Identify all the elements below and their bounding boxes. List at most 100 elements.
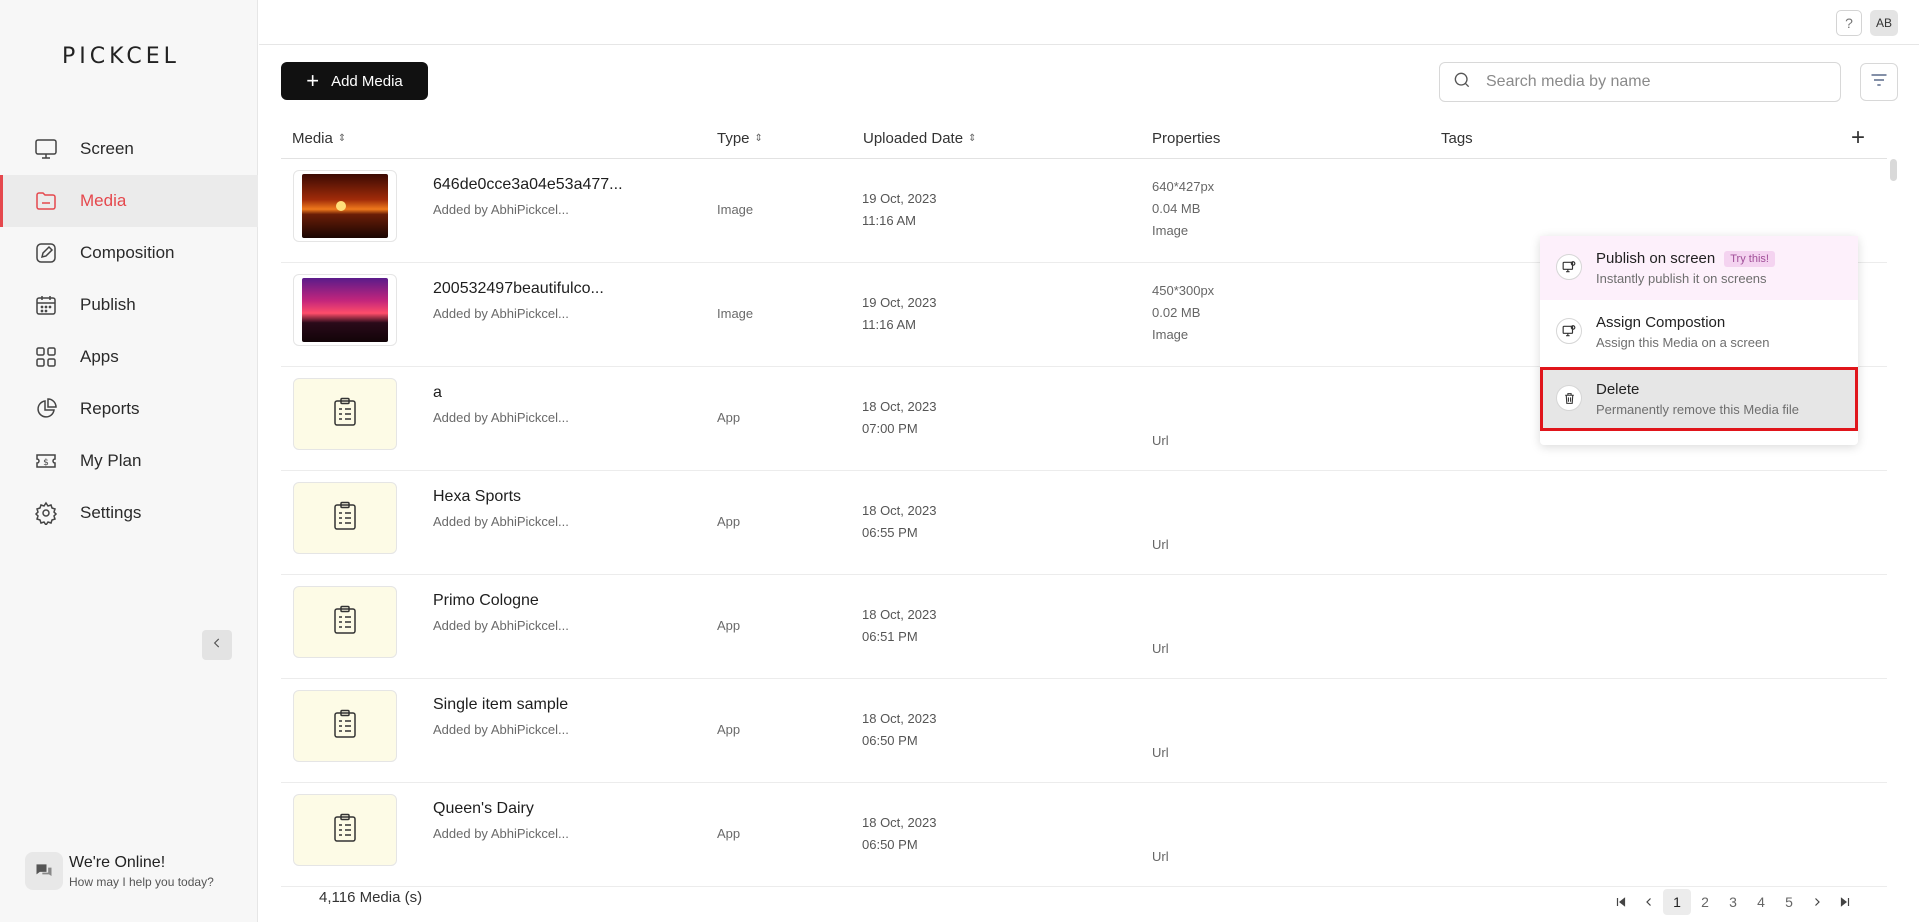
upload-time: 11:16 AM — [862, 317, 916, 332]
page-2-button[interactable]: 2 — [1691, 889, 1719, 915]
page-1-button[interactable]: 1 — [1663, 889, 1691, 915]
avatar[interactable]: AB — [1870, 10, 1898, 36]
plus-icon: + — [306, 68, 320, 93]
media-name[interactable]: 200532497beautifulco... — [433, 280, 604, 298]
add-column-button[interactable]: + — [1851, 124, 1865, 152]
filter-icon — [1869, 70, 1889, 95]
chat-icon — [25, 852, 63, 890]
sidebar-item-reports[interactable]: Reports — [0, 383, 258, 435]
column-header-type[interactable]: Type ⇕ — [717, 130, 763, 147]
menu-item-assign-composition[interactable]: Assign Compostion Assign this Media on a… — [1540, 300, 1858, 364]
media-type: Image — [717, 306, 754, 321]
media-thumbnail[interactable] — [293, 482, 397, 554]
media-properties: 640*427px 0.04 MB Image — [1152, 176, 1214, 242]
menu-item-description: Instantly publish it on screens — [1596, 271, 1767, 286]
trash-icon — [1556, 385, 1582, 411]
filter-button[interactable] — [1860, 63, 1898, 101]
chat-subtitle: How may I help you today? — [69, 874, 214, 889]
previous-page-icon[interactable] — [1635, 889, 1663, 915]
first-page-icon[interactable] — [1607, 889, 1635, 915]
last-page-icon[interactable] — [1831, 889, 1859, 915]
column-header-properties: Properties — [1152, 130, 1220, 147]
app-icon — [332, 397, 358, 432]
property-dimensions: 640*427px — [1152, 179, 1215, 194]
media-thumbnail[interactable] — [293, 378, 397, 450]
media-thumbnail[interactable] — [293, 586, 397, 658]
media-type: App — [717, 618, 741, 633]
search-box[interactable] — [1439, 62, 1841, 102]
sidebar-item-publish[interactable]: Publish — [0, 279, 258, 331]
media-added-by: Added by AbhiPickcel... — [433, 306, 569, 321]
media-type: App — [717, 826, 741, 841]
media-name[interactable]: Hexa Sports — [433, 488, 521, 506]
sidebar-item-settings[interactable]: Settings — [0, 487, 258, 539]
table-row[interactable]: Hexa Sports Added by AbhiPickcel... App … — [281, 471, 1887, 575]
media-thumbnail[interactable] — [293, 274, 397, 346]
upload-date: 19 Oct, 2023 — [862, 295, 937, 310]
search-input[interactable] — [1486, 73, 1816, 91]
media-name[interactable]: Primo Cologne — [433, 592, 539, 610]
pickcel-logo[interactable]: PICKCEL — [62, 44, 180, 69]
scrollbar-thumb[interactable] — [1890, 159, 1897, 181]
media-name[interactable]: 646de0cce3a04e53a477... — [433, 176, 623, 194]
menu-item-delete[interactable]: Delete Permanently remove this Media fil… — [1540, 367, 1858, 431]
sidebar-item-apps[interactable]: Apps — [0, 331, 258, 383]
sidebar-item-composition[interactable]: Composition — [0, 227, 258, 279]
sidebar-item-label: Publish — [80, 295, 136, 314]
table-row[interactable]: Single item sample Added by AbhiPickcel.… — [281, 679, 1887, 783]
pie-chart-icon — [34, 397, 58, 421]
media-name[interactable]: Queen's Dairy — [433, 800, 534, 818]
menu-item-publish-on-screen[interactable]: Publish on screen Try this! Instantly pu… — [1540, 236, 1858, 300]
column-header-tags: Tags — [1441, 130, 1473, 147]
sidebar-item-label: Screen — [80, 139, 134, 158]
help-button[interactable]: ? — [1836, 10, 1862, 36]
media-thumbnail[interactable] — [293, 170, 397, 242]
menu-item-title-text: Publish on screen — [1596, 250, 1716, 267]
top-bar: ? AB — [259, 0, 1919, 45]
sidebar-item-my-plan[interactable]: $ My Plan — [0, 435, 258, 487]
chat-widget[interactable]: We're Online! How may I help you today? — [25, 852, 214, 890]
column-header-media[interactable]: Media ⇕ — [292, 130, 346, 147]
page-3-button[interactable]: 3 — [1719, 889, 1747, 915]
property-kind: Image — [1152, 223, 1189, 238]
sidebar-item-screen[interactable]: Screen — [0, 123, 258, 175]
upload-time: 06:51 PM — [862, 629, 918, 644]
sidebar-collapse-button[interactable] — [202, 630, 232, 660]
search-icon — [1452, 70, 1472, 95]
column-header-uploaded-date[interactable]: Uploaded Date ⇕ — [863, 130, 976, 147]
next-page-icon[interactable] — [1803, 889, 1831, 915]
media-upload-date: 18 Oct, 2023 07:00 PM — [862, 396, 936, 440]
property-kind: Image — [1152, 327, 1189, 342]
sidebar-nav: Screen Media Composition Publish Apps Re… — [0, 123, 258, 539]
edit-icon — [34, 241, 58, 265]
media-thumbnail[interactable] — [293, 794, 397, 866]
table-row[interactable]: Queen's Dairy Added by AbhiPickcel... Ap… — [281, 783, 1887, 887]
upload-date: 18 Oct, 2023 — [862, 815, 937, 830]
menu-item-text: Delete Permanently remove this Media fil… — [1596, 381, 1799, 417]
media-name[interactable]: Single item sample — [433, 696, 568, 714]
app-icon — [332, 605, 358, 640]
app-icon — [332, 709, 358, 744]
media-thumbnail[interactable] — [293, 690, 397, 762]
page-4-button[interactable]: 4 — [1747, 889, 1775, 915]
media-name[interactable]: a — [433, 384, 442, 402]
media-added-by: Added by AbhiPickcel... — [433, 514, 569, 529]
sidebar-item-label: Apps — [80, 347, 119, 366]
table-row[interactable]: Primo Cologne Added by AbhiPickcel... Ap… — [281, 575, 1887, 679]
media-properties: Url — [1152, 537, 1169, 552]
app-icon — [332, 813, 358, 848]
media-added-by: Added by AbhiPickcel... — [433, 618, 569, 633]
media-properties: Url — [1152, 641, 1169, 656]
menu-item-description: Permanently remove this Media file — [1596, 402, 1800, 417]
media-properties: Url — [1152, 745, 1169, 760]
page-5-button[interactable]: 5 — [1775, 889, 1803, 915]
media-properties: 450*300px 0.02 MB Image — [1152, 280, 1214, 346]
media-type: Image — [717, 202, 754, 217]
property-dimensions: 450*300px — [1152, 283, 1215, 298]
pink-sunset-image — [302, 278, 388, 342]
monitor-icon — [34, 137, 58, 161]
sidebar-item-media[interactable]: Media — [0, 175, 258, 227]
add-media-button[interactable]: + Add Media — [281, 62, 428, 100]
dollar-ticket-icon: $ — [34, 449, 58, 473]
column-header-label: Media — [292, 130, 333, 147]
